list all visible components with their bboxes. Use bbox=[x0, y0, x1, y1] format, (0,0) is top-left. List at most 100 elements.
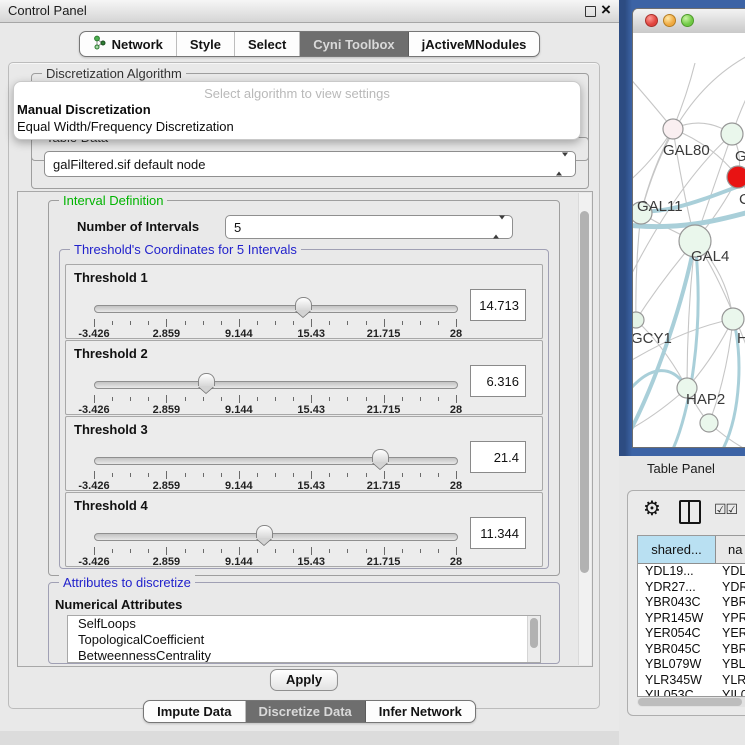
table-row[interactable]: YER054CYER0 bbox=[638, 626, 745, 642]
table-data-combobox[interactable]: galFiltered.sif default node bbox=[44, 151, 576, 177]
cell-name[interactable]: YDL1 bbox=[716, 564, 745, 580]
cell-name[interactable]: YBR0 bbox=[716, 595, 745, 611]
float-window-icon[interactable] bbox=[585, 6, 596, 17]
minimize-traffic-light-icon[interactable] bbox=[663, 14, 676, 27]
numerical-attributes-list[interactable]: SelfLoopsTopologicalCoefficientBetweenne… bbox=[67, 615, 541, 663]
attribute-item-selfloops[interactable]: SelfLoops bbox=[68, 616, 540, 632]
table-row[interactable]: YBR045CYBR0 bbox=[638, 642, 745, 658]
table-row[interactable]: YLR345WYLR3 bbox=[638, 673, 745, 689]
cell-shared-name[interactable]: YDL19... bbox=[638, 564, 716, 580]
slider-thumb[interactable] bbox=[256, 525, 273, 538]
slider-tick-labels: -3.4262.8599.14415.4321.71528 bbox=[94, 556, 456, 568]
network-node[interactable] bbox=[700, 414, 718, 432]
slider-track[interactable] bbox=[94, 457, 458, 465]
close-traffic-light-icon[interactable] bbox=[645, 14, 658, 27]
cell-name[interactable]: YBL0 bbox=[716, 657, 745, 673]
combo-stepper-icon[interactable] bbox=[493, 220, 505, 235]
slider-tick bbox=[384, 547, 385, 555]
list-scrollbar[interactable] bbox=[527, 616, 540, 662]
number-of-intervals-combobox[interactable]: 5 bbox=[225, 215, 513, 239]
table-row[interactable]: YDR27...YDR2 bbox=[638, 580, 745, 596]
network-node[interactable] bbox=[727, 166, 745, 188]
slider-thumb[interactable] bbox=[372, 449, 389, 462]
dropdown-option-manual-discretization[interactable]: Manual Discretization bbox=[17, 102, 151, 117]
cell-shared-name[interactable]: YBL079W bbox=[638, 657, 716, 673]
table-row[interactable]: YPR145WYPR1 bbox=[638, 611, 745, 627]
table-row[interactable]: YDL19...YDL1 bbox=[638, 564, 745, 580]
network-node[interactable] bbox=[721, 123, 743, 145]
slider-ticks bbox=[94, 547, 456, 555]
table-scrollbar-thumb[interactable] bbox=[638, 698, 742, 706]
network-node[interactable] bbox=[722, 308, 744, 330]
settings-scrollbar-thumb[interactable] bbox=[580, 211, 589, 573]
cell-name[interactable]: YIL0 bbox=[716, 688, 745, 697]
network-canvas[interactable]: GAL80GACGAL11GAL4GCY1HHAP2 bbox=[633, 33, 745, 447]
bottom-tab-infer-network[interactable]: Infer Network bbox=[366, 701, 475, 722]
column-header-name[interactable]: na bbox=[716, 536, 745, 563]
dropdown-option-equal-width-frequency-discretization[interactable]: Equal Width/Frequency Discretization bbox=[17, 119, 234, 134]
settings-scrollbar[interactable] bbox=[578, 193, 591, 665]
threshold-value-field[interactable]: 14.713 bbox=[470, 289, 526, 321]
threshold-value-field[interactable]: 11.344 bbox=[470, 517, 526, 549]
threshold-slider[interactable]: -3.4262.8599.14415.4321.71528 bbox=[94, 297, 456, 337]
slider-tick bbox=[166, 547, 167, 555]
bottom-tabs: Impute DataDiscretize DataInfer Network bbox=[143, 700, 476, 723]
slider-tick bbox=[438, 321, 439, 325]
attribute-item-betweennesscentrality[interactable]: BetweennessCentrality bbox=[68, 648, 540, 663]
tab-select[interactable]: Select bbox=[235, 32, 300, 56]
slider-track[interactable] bbox=[94, 533, 458, 541]
cell-name[interactable]: YBR0 bbox=[716, 642, 745, 658]
threshold-value-field[interactable]: 21.4 bbox=[470, 441, 526, 473]
slider-track[interactable] bbox=[94, 305, 458, 313]
table-row[interactable]: YIL053CYIL0 bbox=[638, 688, 745, 697]
tab-network[interactable]: Network bbox=[80, 32, 177, 56]
app-root: { "control_panel": { "title": "Control P… bbox=[0, 0, 745, 745]
slider-tick bbox=[438, 397, 439, 401]
control-panel-window: Control Panel × NetworkStyleSelectCyni T… bbox=[0, 0, 619, 731]
threshold-slider[interactable]: -3.4262.8599.14415.4321.71528 bbox=[94, 525, 456, 565]
tab-style[interactable]: Style bbox=[177, 32, 235, 56]
slider-thumb[interactable] bbox=[295, 297, 312, 310]
cell-shared-name[interactable]: YDR27... bbox=[638, 580, 716, 596]
slider-tick bbox=[420, 473, 421, 477]
tab-cyni-toolbox[interactable]: Cyni Toolbox bbox=[300, 32, 408, 56]
table-row[interactable]: YBR043CYBR0 bbox=[638, 595, 745, 611]
columns-icon[interactable] bbox=[679, 500, 701, 524]
tab-jactivemnodules[interactable]: jActiveMNodules bbox=[409, 32, 540, 56]
slider-thumb[interactable] bbox=[198, 373, 215, 386]
list-scrollbar-thumb[interactable] bbox=[530, 618, 538, 648]
bottom-tab-discretize-data[interactable]: Discretize Data bbox=[246, 701, 366, 722]
cell-shared-name[interactable]: YIL053C bbox=[638, 688, 716, 697]
cell-shared-name[interactable]: YPR145W bbox=[638, 611, 716, 627]
cell-name[interactable]: YER0 bbox=[716, 626, 745, 642]
select-columns-icons[interactable]: ☑☑ bbox=[714, 501, 737, 518]
threshold-slider[interactable]: -3.4262.8599.14415.4321.71528 bbox=[94, 449, 456, 489]
bottom-tab-impute-data[interactable]: Impute Data bbox=[144, 701, 245, 722]
gear-icon[interactable]: ⚙ bbox=[643, 496, 661, 521]
cell-shared-name[interactable]: YER054C bbox=[638, 626, 716, 642]
close-icon[interactable]: × bbox=[601, 0, 611, 21]
zoom-traffic-light-icon[interactable] bbox=[681, 14, 694, 27]
attribute-item-topologicalcoefficient[interactable]: TopologicalCoefficient bbox=[68, 632, 540, 648]
network-node[interactable] bbox=[663, 119, 683, 139]
table-horizontal-scrollbar[interactable] bbox=[637, 697, 745, 707]
cell-shared-name[interactable]: YLR345W bbox=[638, 673, 716, 689]
slider-tick bbox=[420, 549, 421, 553]
cell-name[interactable]: YPR1 bbox=[716, 611, 745, 627]
top-tab-bar: NetworkStyleSelectCyni ToolboxjActiveMNo… bbox=[0, 31, 619, 57]
apply-button[interactable]: Apply bbox=[270, 669, 338, 691]
threshold-value-field[interactable]: 6.316 bbox=[470, 365, 526, 397]
slider-track[interactable] bbox=[94, 381, 458, 389]
threshold-slider[interactable]: -3.4262.8599.14415.4321.71528 bbox=[94, 373, 456, 413]
table-row[interactable]: YBL079WYBL0 bbox=[638, 657, 745, 673]
slider-tick bbox=[239, 319, 240, 327]
cell-name[interactable]: YLR3 bbox=[716, 673, 745, 689]
algorithm-dropdown-popup: Select algorithm to view settings Manual… bbox=[13, 81, 581, 140]
cell-name[interactable]: YDR2 bbox=[716, 580, 745, 596]
column-header-shared-name[interactable]: shared... bbox=[638, 536, 716, 563]
cell-shared-name[interactable]: YBR045C bbox=[638, 642, 716, 658]
node-attribute-table[interactable]: shared... na YDL19...YDL1YDR27...YDR2YBR… bbox=[637, 535, 745, 697]
cell-shared-name[interactable]: YBR043C bbox=[638, 595, 716, 611]
combo-stepper-icon[interactable] bbox=[556, 157, 568, 172]
network-node[interactable] bbox=[633, 312, 644, 328]
